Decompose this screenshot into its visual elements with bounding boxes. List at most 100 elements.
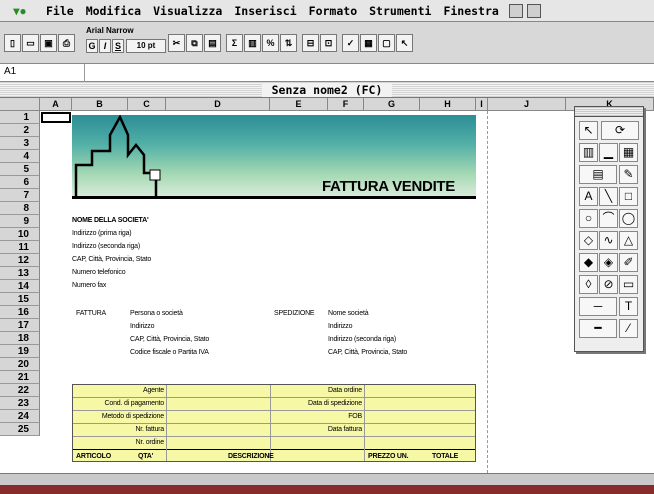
align-icon[interactable]: ⊟ (302, 34, 319, 52)
column-header-c[interactable]: C (128, 98, 166, 111)
row-header[interactable]: 10 (0, 228, 40, 241)
row-header[interactable]: 12 (0, 254, 40, 267)
menu-inserisci[interactable]: Inserisci (228, 4, 302, 18)
row-header[interactable]: 23 (0, 397, 40, 410)
pen-icon[interactable]: ✎ (619, 165, 638, 184)
column-header-g[interactable]: G (364, 98, 420, 111)
row-header[interactable]: 17 (0, 319, 40, 332)
apple-menu-icon[interactable]: ▾● (0, 4, 40, 18)
menu-strumenti[interactable]: Strumenti (363, 4, 437, 18)
column-header-e[interactable]: E (270, 98, 328, 111)
column-header-j[interactable]: J (488, 98, 566, 111)
menu-finestra[interactable]: Finestra (437, 4, 504, 18)
cut-icon[interactable]: ✂ (168, 34, 185, 52)
app-switch-icon[interactable] (508, 3, 523, 18)
menu-visualizza[interactable]: Visualizza (147, 4, 228, 18)
row-header[interactable]: 24 (0, 410, 40, 423)
row-header[interactable]: 1 (0, 111, 40, 124)
eraser-icon[interactable]: ◊ (579, 275, 598, 294)
save-icon[interactable]: ▣ (40, 34, 57, 52)
row-header[interactable]: 19 (0, 345, 40, 358)
freeform-tool-icon[interactable]: ∿ (599, 231, 618, 250)
bar-chart-icon[interactable]: ▁ (599, 143, 618, 162)
eyedropper-icon[interactable]: ⁄ (619, 319, 638, 338)
select-arrow-icon[interactable]: ↖ (579, 121, 598, 140)
lasso-icon[interactable]: ⊘ (599, 275, 618, 294)
grid-icon[interactable]: ▦ (619, 143, 638, 162)
help-icon[interactable] (526, 3, 541, 18)
rectangle-tool-icon[interactable]: □ (619, 187, 638, 206)
row-header[interactable]: 22 (0, 384, 40, 397)
polygon-tool-icon[interactable]: ◇ (579, 231, 598, 250)
percent-button[interactable]: % (262, 34, 279, 52)
circle-tool-icon[interactable]: ◯ (619, 209, 638, 228)
brush-icon[interactable]: ✐ (619, 253, 638, 272)
underline-button[interactable]: S (112, 39, 124, 53)
ellipse-tool-icon[interactable]: ○ (579, 209, 598, 228)
column-header-i[interactable]: I (476, 98, 488, 111)
column-header-b[interactable]: B (72, 98, 128, 111)
sort-icon[interactable]: ⇅ (280, 34, 297, 52)
currency-icon[interactable]: ▥ (244, 34, 261, 52)
column-header-h[interactable]: H (420, 98, 476, 111)
italic-button[interactable]: I (99, 39, 111, 53)
row-header[interactable]: 25 (0, 423, 40, 436)
row-header[interactable]: 18 (0, 332, 40, 345)
bold-button[interactable]: G (86, 39, 98, 53)
row-header[interactable]: 5 (0, 163, 40, 176)
fill-color-icon[interactable]: ◆ (579, 253, 598, 272)
row-header[interactable]: 20 (0, 358, 40, 371)
column-header-f[interactable]: F (328, 98, 364, 111)
print-icon[interactable]: ⎙ (58, 34, 75, 52)
column-header-a[interactable]: A (40, 98, 72, 111)
row-header[interactable]: 13 (0, 267, 40, 280)
chart-icon[interactable]: ▥ (579, 143, 598, 162)
document-title-bar[interactable]: Senza nome2 (FC) (0, 82, 654, 98)
text-tool-icon[interactable]: A (579, 187, 598, 206)
row-header[interactable]: 3 (0, 137, 40, 150)
chart-wizard-icon[interactable]: ▦ (360, 34, 377, 52)
row-header[interactable]: 16 (0, 306, 40, 319)
triangle-tool-icon[interactable]: △ (619, 231, 638, 250)
horizontal-scrollbar[interactable] (0, 473, 654, 485)
line-style-icon[interactable]: ─ (579, 297, 617, 316)
paste-icon[interactable]: ▤ (204, 34, 221, 52)
palette-title-bar[interactable] (575, 107, 643, 117)
cell-reference[interactable]: A1 (4, 66, 16, 77)
help-pointer-icon[interactable]: ↖ (396, 34, 413, 52)
open-file-icon[interactable]: ▭ (22, 34, 39, 52)
row-header[interactable]: 4 (0, 150, 40, 163)
column-header-d[interactable]: D (166, 98, 270, 111)
spelling-icon[interactable]: ✓ (342, 34, 359, 52)
copy-icon[interactable]: ⧉ (186, 34, 203, 52)
active-cell[interactable] (41, 112, 71, 123)
menu-file[interactable]: File (40, 4, 80, 18)
autosum-button[interactable]: Σ (226, 34, 243, 52)
font-size-select[interactable]: 10 pt (126, 39, 166, 53)
line-tool-icon[interactable]: ╲ (599, 187, 618, 206)
select-all-corner[interactable] (0, 98, 40, 111)
text-box-icon[interactable]: T (619, 297, 638, 316)
line-weight-icon[interactable]: ━ (579, 319, 617, 338)
row-header[interactable]: 15 (0, 293, 40, 306)
row-header[interactable]: 21 (0, 371, 40, 384)
line-color-icon[interactable]: ◈ (599, 253, 618, 272)
row-header[interactable]: 11 (0, 241, 40, 254)
frame-icon[interactable]: ▤ (579, 165, 617, 184)
row-header[interactable]: 14 (0, 280, 40, 293)
menu-formato[interactable]: Formato (303, 4, 363, 18)
row-header[interactable]: 7 (0, 189, 40, 202)
menu-modifica[interactable]: Modifica (80, 4, 147, 18)
shadow-icon[interactable]: ▭ (619, 275, 638, 294)
merge-icon[interactable]: ⊡ (320, 34, 337, 52)
row-header[interactable]: 2 (0, 124, 40, 137)
row-header[interactable]: 9 (0, 215, 40, 228)
rotate-icon[interactable]: ⟳ (601, 121, 639, 140)
new-file-icon[interactable]: ▯ (4, 34, 21, 52)
formula-separator (84, 64, 85, 82)
arc-tool-icon[interactable]: ⌒ (599, 209, 618, 228)
function-icon[interactable]: ▢ (378, 34, 395, 52)
invoice-title: FATTURA VENDITE (322, 178, 455, 195)
row-header[interactable]: 8 (0, 202, 40, 215)
row-header[interactable]: 6 (0, 176, 40, 189)
